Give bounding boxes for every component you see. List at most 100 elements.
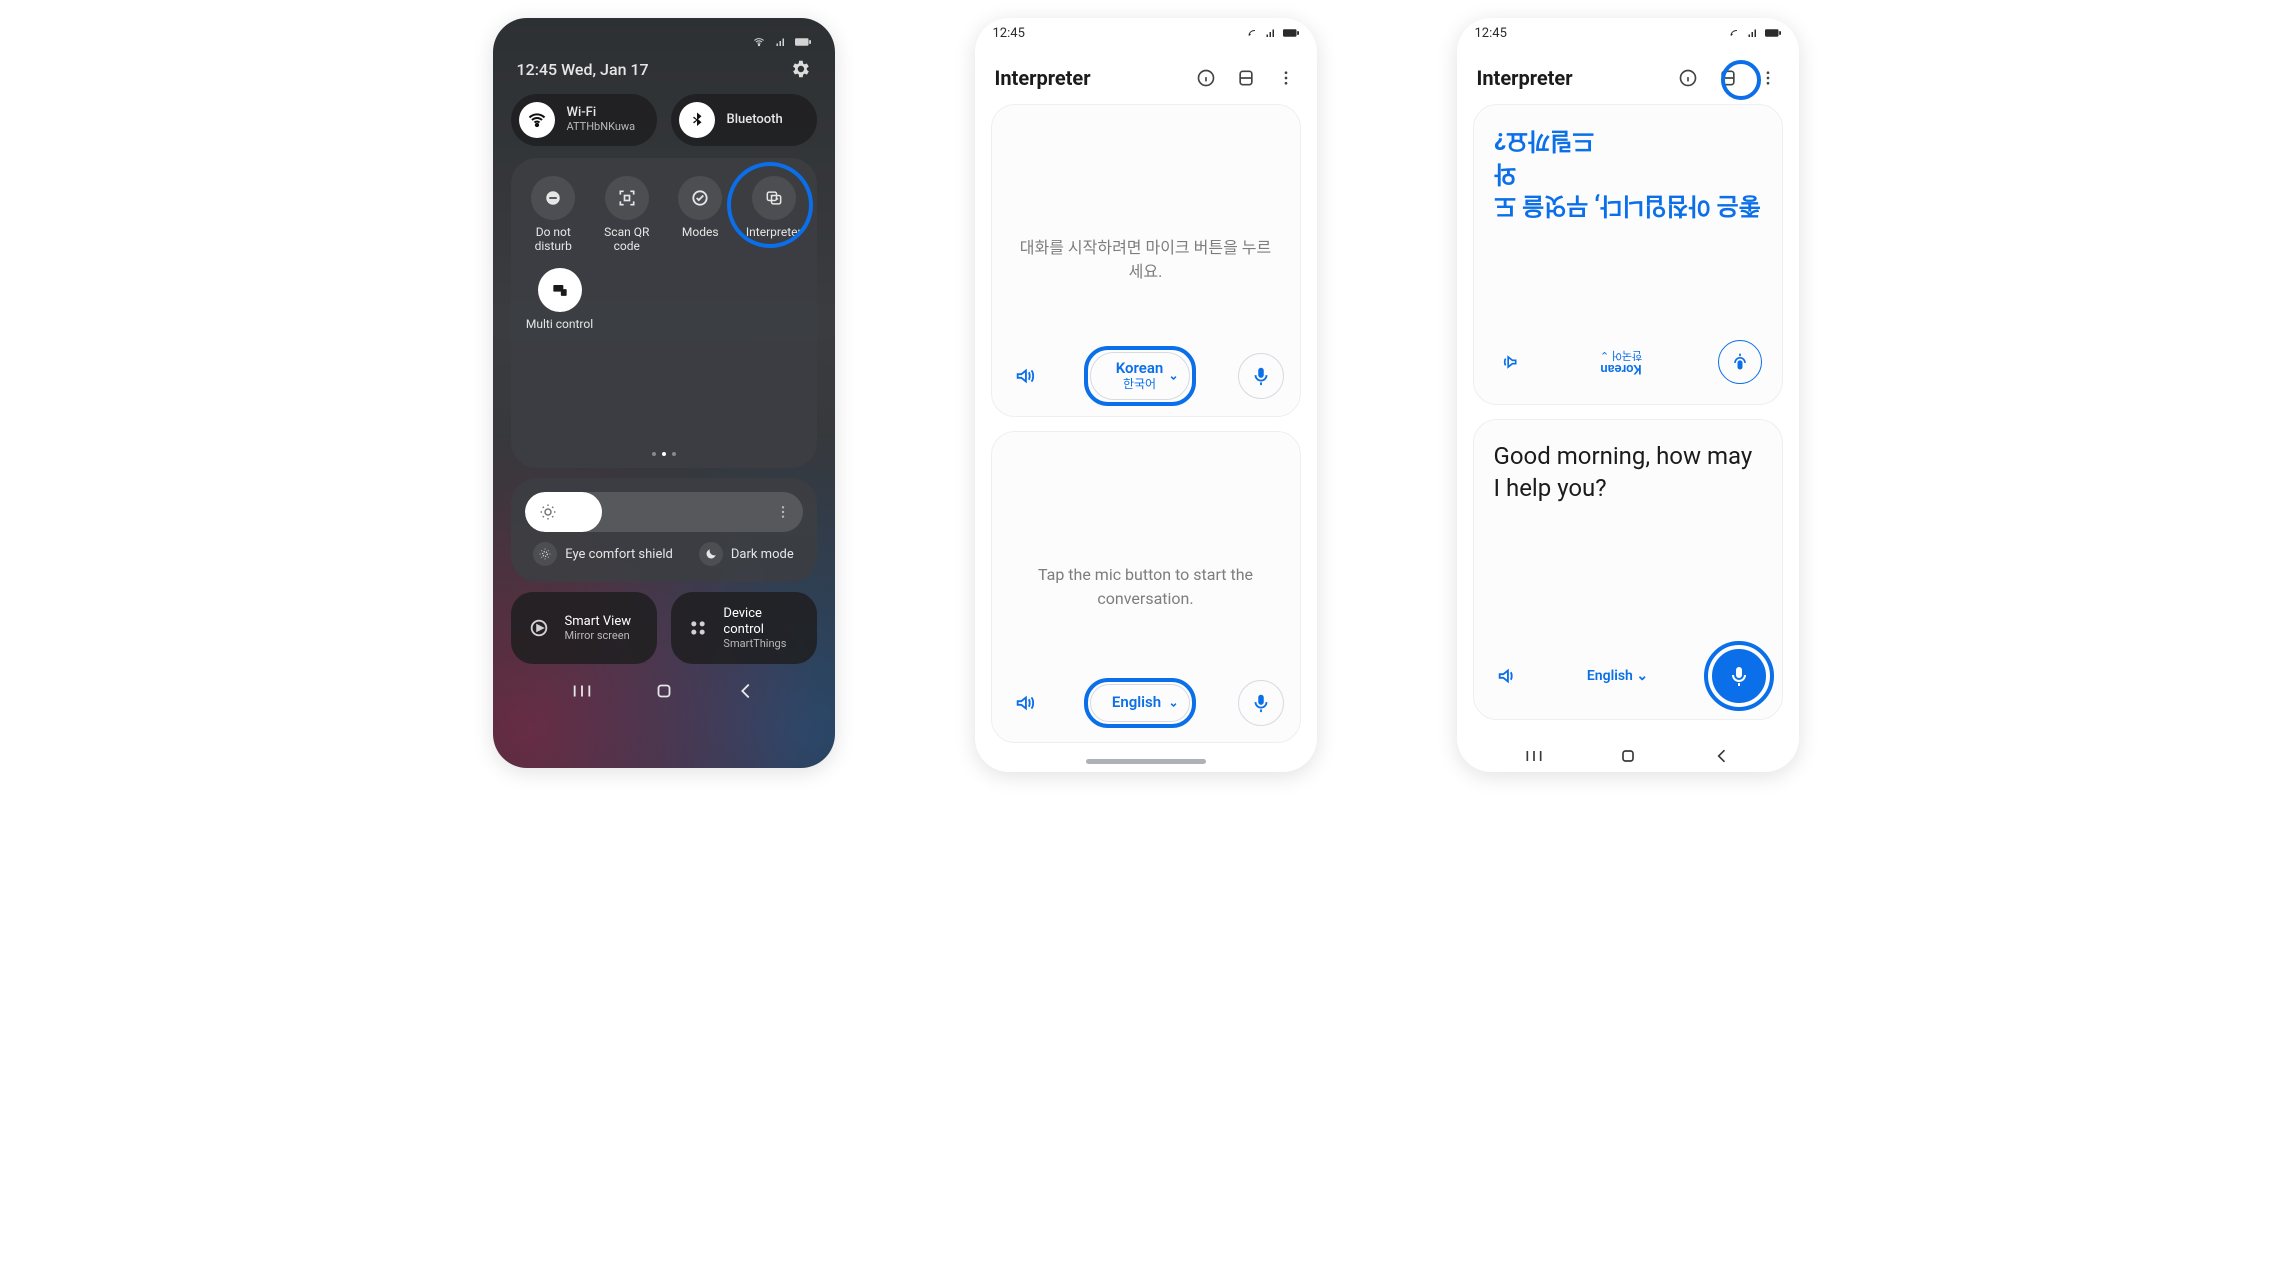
split-view-icon[interactable] bbox=[1717, 67, 1739, 89]
signal-icon bbox=[1263, 27, 1279, 39]
signal-icon bbox=[773, 36, 789, 48]
speaker-icon[interactable] bbox=[1490, 659, 1524, 693]
toggle-dark-mode[interactable]: Dark mode bbox=[699, 542, 794, 566]
speaker-icon[interactable] bbox=[1008, 359, 1042, 393]
status-bar: 12:45 bbox=[1457, 18, 1799, 48]
chevron-down-icon: ⌄ bbox=[1636, 668, 1648, 684]
card-title: Device control bbox=[723, 606, 802, 637]
battery-icon bbox=[1283, 27, 1299, 39]
brightness-slider[interactable] bbox=[525, 492, 803, 532]
brightness-fill bbox=[525, 492, 603, 532]
tile-dnd[interactable]: Do not disturb bbox=[518, 176, 588, 254]
language-name: Korean bbox=[1600, 361, 1641, 375]
user-speech-text: Good morning, how may I help you? bbox=[1494, 440, 1762, 505]
interpreter-icon bbox=[752, 176, 796, 220]
wifi-icon bbox=[751, 36, 767, 48]
tile-label: Interpreter bbox=[746, 226, 802, 240]
language-name: Korean bbox=[1109, 361, 1171, 377]
wifi-title: Wi-Fi bbox=[567, 106, 636, 121]
language-selector-user[interactable]: English ⌄ bbox=[1587, 668, 1648, 684]
kebab-icon[interactable] bbox=[1275, 67, 1297, 89]
language-selector-top[interactable]: Korean 한국어 ⌄ bbox=[1090, 352, 1190, 399]
nav-home[interactable] bbox=[1618, 746, 1638, 766]
nav-bar bbox=[511, 664, 817, 708]
moon-icon bbox=[699, 542, 723, 566]
nav-recents[interactable] bbox=[571, 680, 593, 702]
status-bar: 12:45 bbox=[975, 18, 1317, 48]
toggle-label: Dark mode bbox=[731, 547, 794, 562]
phone-interpreter-active: 12:45 Interpreter bbox=[1457, 18, 1799, 772]
battery-icon bbox=[795, 36, 811, 48]
language-selector-bottom[interactable]: English ⌄ bbox=[1090, 684, 1190, 722]
battery-icon bbox=[1765, 27, 1781, 39]
tile-label: Modes bbox=[682, 226, 719, 240]
info-icon[interactable] bbox=[1195, 67, 1217, 89]
tile-modes[interactable]: Modes bbox=[665, 176, 735, 254]
language-native: 한국어 bbox=[1109, 378, 1171, 391]
mic-button-bottom[interactable] bbox=[1238, 680, 1284, 726]
bluetooth-pill[interactable]: Bluetooth bbox=[671, 94, 817, 146]
signal-icon bbox=[1745, 27, 1761, 39]
page-dots bbox=[511, 452, 817, 456]
tile-interpreter[interactable]: Interpreter bbox=[739, 176, 809, 254]
kebab-icon[interactable] bbox=[775, 504, 791, 520]
nfc-icon bbox=[1245, 27, 1259, 39]
toggle-eye-comfort[interactable]: Eye comfort shield bbox=[533, 542, 673, 566]
translation-output: 좋은 아침입니다, 무엇을 도와 드릴까요? bbox=[1494, 125, 1762, 222]
quick-tiles-panel: Do not disturb Scan QR code Modes bbox=[511, 158, 817, 468]
nav-home[interactable] bbox=[653, 680, 675, 702]
modes-icon bbox=[678, 176, 722, 220]
tile-label: Do not disturb bbox=[518, 226, 588, 254]
phone-quick-settings: 12:45 Wed, Jan 17 Wi-Fi ATTHbNKuwa bbox=[493, 18, 835, 768]
top-language-pane: 대화를 시작하려면 마이크 버튼을 누르세요. Korean 한국어 ⌄ bbox=[991, 104, 1301, 417]
chevron-down-icon: ⌄ bbox=[1168, 697, 1178, 710]
info-icon[interactable] bbox=[1677, 67, 1699, 89]
gear-icon[interactable] bbox=[789, 58, 811, 80]
home-indicator[interactable] bbox=[1086, 759, 1206, 764]
wifi-pill[interactable]: Wi-Fi ATTHbNKuwa bbox=[511, 94, 657, 146]
user-pane: Good morning, how may I help you? Englis… bbox=[1473, 419, 1783, 720]
wifi-subtitle: ATTHbNKuwa bbox=[567, 121, 636, 134]
clock: 12:45 bbox=[1475, 26, 1507, 41]
language-name: English bbox=[1587, 668, 1633, 684]
clock: 12:45 bbox=[993, 26, 1025, 41]
bottom-language-pane: Tap the mic button to start the conversa… bbox=[991, 431, 1301, 744]
mic-button-top[interactable] bbox=[1238, 353, 1284, 399]
chevron-down-icon: ⌄ bbox=[1168, 370, 1178, 383]
brightness-panel: Eye comfort shield Dark mode bbox=[511, 478, 817, 582]
date-time: 12:45 Wed, Jan 17 bbox=[517, 60, 649, 79]
kebab-icon[interactable] bbox=[1757, 67, 1779, 89]
tile-label: Scan QR code bbox=[592, 226, 662, 254]
card-subtitle: Mirror screen bbox=[565, 629, 632, 642]
page-title: Interpreter bbox=[995, 66, 1091, 90]
bluetooth-title: Bluetooth bbox=[727, 113, 783, 128]
card-smart-view[interactable]: Smart View Mirror screen bbox=[511, 592, 657, 664]
mic-button-user[interactable] bbox=[1712, 649, 1766, 703]
nav-bar bbox=[1457, 730, 1799, 772]
qr-icon bbox=[605, 176, 649, 220]
device-control-icon bbox=[685, 614, 712, 642]
speaker-icon[interactable] bbox=[1008, 686, 1042, 720]
multi-control-icon bbox=[538, 268, 582, 312]
nav-back[interactable] bbox=[1712, 746, 1732, 766]
speaker-icon[interactable] bbox=[1494, 347, 1524, 377]
page-title: Interpreter bbox=[1477, 66, 1573, 90]
smart-view-icon bbox=[525, 614, 553, 642]
split-view-icon[interactable] bbox=[1235, 67, 1257, 89]
language-selector-partner[interactable]: Korean 한국어 ⌄ bbox=[1599, 349, 1641, 374]
card-title: Smart View bbox=[565, 614, 632, 630]
card-device-control[interactable]: Device control SmartThings bbox=[671, 592, 817, 664]
language-native: 한국어 bbox=[1611, 349, 1641, 362]
chevron-down-icon: ⌄ bbox=[1599, 349, 1608, 362]
nav-recents[interactable] bbox=[1524, 746, 1544, 766]
dnd-icon bbox=[531, 176, 575, 220]
tile-scan-qr[interactable]: Scan QR code bbox=[592, 176, 662, 254]
placeholder-text: Tap the mic button to start the conversa… bbox=[1012, 563, 1280, 611]
language-name: English bbox=[1109, 695, 1165, 711]
status-bar bbox=[511, 34, 817, 54]
wifi-icon bbox=[519, 102, 555, 138]
mic-button-partner[interactable] bbox=[1718, 340, 1762, 384]
tile-multi-control[interactable]: Multi control bbox=[525, 268, 595, 332]
nav-back[interactable] bbox=[735, 680, 757, 702]
sun-icon bbox=[539, 503, 557, 521]
